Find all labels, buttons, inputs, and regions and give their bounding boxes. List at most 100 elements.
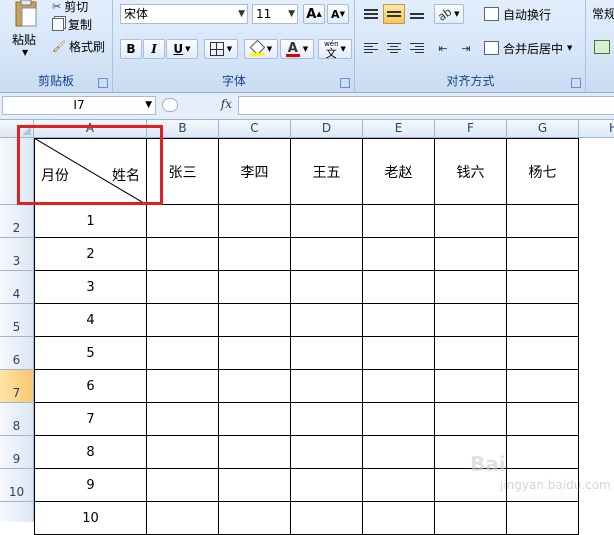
bold-button[interactable]: B [120, 39, 142, 59]
data-cell[interactable] [363, 205, 435, 238]
data-cell[interactable] [507, 403, 579, 436]
data-cell[interactable] [219, 205, 291, 238]
data-cell[interactable] [363, 370, 435, 403]
data-cell[interactable] [363, 271, 435, 304]
decrease-indent-button[interactable]: ⇤ [432, 38, 454, 58]
column-header-d[interactable]: D [291, 120, 363, 138]
data-cell[interactable] [363, 469, 435, 502]
data-cell[interactable] [147, 271, 219, 304]
data-cell[interactable] [291, 337, 363, 370]
row-header-10[interactable]: 10 [0, 469, 34, 502]
data-cell[interactable] [147, 370, 219, 403]
data-cell[interactable] [219, 370, 291, 403]
font-dialog-launcher[interactable] [340, 78, 350, 88]
column-header-b[interactable]: B [147, 120, 219, 138]
data-cell[interactable] [147, 304, 219, 337]
underline-button[interactable]: U ▼ [166, 39, 198, 59]
borders-button[interactable]: ▼ [204, 39, 238, 59]
number-format-combo[interactable]: 常规 [592, 4, 614, 24]
data-cell[interactable] [507, 271, 579, 304]
row-header-3[interactable]: 3 [0, 238, 34, 271]
data-cell[interactable] [435, 337, 507, 370]
data-cell[interactable] [219, 337, 291, 370]
data-cell[interactable] [363, 337, 435, 370]
column-header-a[interactable]: A [34, 120, 147, 138]
format-painter-button[interactable]: 🖌 格式刷 [52, 36, 110, 56]
column-header-f[interactable]: F [435, 120, 507, 138]
data-cell[interactable] [219, 304, 291, 337]
row-header-11[interactable] [0, 502, 34, 522]
align-bottom-button[interactable] [406, 4, 428, 24]
data-cell[interactable] [507, 370, 579, 403]
copy-button[interactable]: 复制 [52, 14, 108, 34]
align-right-button[interactable] [406, 38, 428, 58]
data-cell[interactable] [507, 436, 579, 469]
data-cell[interactable] [291, 370, 363, 403]
row-header-2[interactable]: 2 [0, 205, 34, 238]
data-cell[interactable] [435, 271, 507, 304]
month-cell[interactable]: 8 [34, 436, 147, 469]
font-name-combo[interactable]: 宋体 ▼ [120, 4, 248, 24]
data-cell[interactable] [219, 403, 291, 436]
shrink-font-button[interactable]: A ▼ [327, 4, 349, 24]
merge-center-button[interactable]: 合并后居中 ▼ [484, 38, 582, 58]
data-cell[interactable] [219, 436, 291, 469]
data-cell[interactable] [435, 304, 507, 337]
data-cell[interactable] [219, 238, 291, 271]
data-cell[interactable] [147, 469, 219, 502]
data-cell[interactable] [507, 337, 579, 370]
month-cell[interactable]: 7 [34, 403, 147, 436]
row-header-5[interactable]: 5 [0, 304, 34, 337]
orientation-button[interactable]: ab ▼ [434, 4, 464, 24]
month-cell[interactable]: 5 [34, 337, 147, 370]
select-all-corner[interactable] [0, 120, 34, 138]
row-header-4[interactable]: 4 [0, 271, 34, 304]
data-cell[interactable] [363, 403, 435, 436]
name-header-cell[interactable]: 杨七 [507, 138, 579, 205]
data-cell[interactable] [147, 403, 219, 436]
data-cell[interactable] [363, 238, 435, 271]
grow-font-button[interactable]: A ▲ [303, 4, 325, 24]
align-center-button[interactable] [383, 38, 405, 58]
data-cell[interactable] [291, 436, 363, 469]
data-cell[interactable] [219, 469, 291, 502]
name-header-cell[interactable]: 老赵 [363, 138, 435, 205]
insert-function-button[interactable]: fx [221, 97, 232, 111]
row-header-1[interactable] [0, 138, 34, 205]
data-cell[interactable] [435, 238, 507, 271]
name-header-cell[interactable]: 李四 [219, 138, 291, 205]
row-header-8[interactable]: 8 [0, 403, 34, 436]
clipboard-dialog-launcher[interactable] [98, 78, 108, 88]
month-cell[interactable]: 3 [34, 271, 147, 304]
column-header-e[interactable]: E [363, 120, 435, 138]
column-header-c[interactable]: C [219, 120, 291, 138]
row-header-9[interactable]: 9 [0, 436, 34, 469]
data-cell[interactable] [147, 205, 219, 238]
alignment-dialog-launcher[interactable] [571, 78, 581, 88]
data-cell[interactable] [435, 403, 507, 436]
data-cell[interactable] [291, 469, 363, 502]
data-cell[interactable] [435, 370, 507, 403]
month-cell[interactable]: 6 [34, 370, 147, 403]
month-cell[interactable]: 1 [34, 205, 147, 238]
align-middle-button[interactable] [383, 4, 405, 24]
italic-button[interactable]: I [143, 39, 165, 59]
data-cell[interactable] [291, 304, 363, 337]
font-size-combo[interactable]: 11 ▼ [252, 4, 298, 24]
name-header-cell[interactable]: 王五 [291, 138, 363, 205]
column-header-g[interactable]: G [507, 120, 579, 138]
month-cell[interactable]: 2 [34, 238, 147, 271]
increase-indent-button[interactable]: ⇥ [455, 38, 477, 58]
data-cell[interactable] [291, 238, 363, 271]
fill-color-button[interactable]: ▼ [244, 39, 278, 59]
name-header-cell[interactable]: 钱六 [435, 138, 507, 205]
month-cell[interactable]: 4 [34, 304, 147, 337]
data-cell[interactable] [507, 304, 579, 337]
align-left-button[interactable] [360, 38, 382, 58]
data-cell[interactable] [147, 238, 219, 271]
currency-icon[interactable] [594, 40, 610, 54]
name-box[interactable]: I7 ▼ [2, 96, 156, 115]
expand-handle-icon[interactable] [162, 98, 178, 112]
font-color-button[interactable]: A ▼ [280, 39, 314, 59]
column-header-h[interactable]: H [579, 120, 614, 138]
